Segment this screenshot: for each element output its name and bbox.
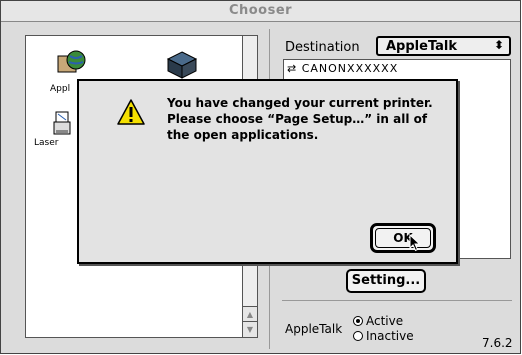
separator: [282, 300, 512, 301]
scroll-up-arrow[interactable]: ▲: [243, 306, 257, 322]
window-title: Chooser: [228, 3, 293, 18]
destination-value: AppleTalk: [386, 39, 458, 54]
printer-cube-icon: [166, 51, 198, 79]
ok-label: OK: [375, 228, 431, 248]
version-label: 7.6.2: [482, 336, 513, 350]
scroll-down-arrow[interactable]: ▼: [243, 321, 257, 337]
active-label: Active: [366, 314, 404, 328]
radio-active[interactable]: Active: [353, 314, 403, 328]
destination-popup[interactable]: AppleTalk ⬍: [376, 36, 511, 56]
alert-dialog: You have changed your current printer. P…: [77, 79, 458, 264]
alert-message: You have changed your current printer. P…: [167, 96, 433, 142]
title-bar[interactable]: Chooser: [1, 1, 520, 22]
radio-inactive[interactable]: Inactive: [353, 329, 414, 343]
caution-icon: [117, 99, 145, 129]
ok-button[interactable]: OK: [370, 223, 436, 253]
chevron-updown-icon: ⬍: [493, 38, 504, 52]
inactive-label: Inactive: [366, 329, 414, 343]
destination-label: Destination: [285, 40, 360, 55]
radio-unselected-icon: [353, 331, 363, 341]
chooser-window: Chooser Appl Laser ▲ ▼ Destination Apple…: [0, 0, 521, 354]
item-label: Appl: [50, 84, 71, 94]
appletalk-label: AppleTalk: [285, 322, 343, 336]
list-item-laserwriter[interactable]: Laser: [34, 110, 72, 148]
item-label: Laser: [34, 138, 59, 148]
appleshare-icon: [57, 50, 86, 73]
list-item[interactable]: ⇄ CANONXXXXXX: [287, 62, 398, 75]
setting-button[interactable]: Setting...: [346, 269, 426, 293]
laserwriter-icon: [53, 111, 71, 135]
list-item-appleshare[interactable]: Appl: [50, 50, 88, 94]
radio-selected-icon: [353, 316, 363, 326]
cursor-arrow-icon: [409, 233, 421, 256]
